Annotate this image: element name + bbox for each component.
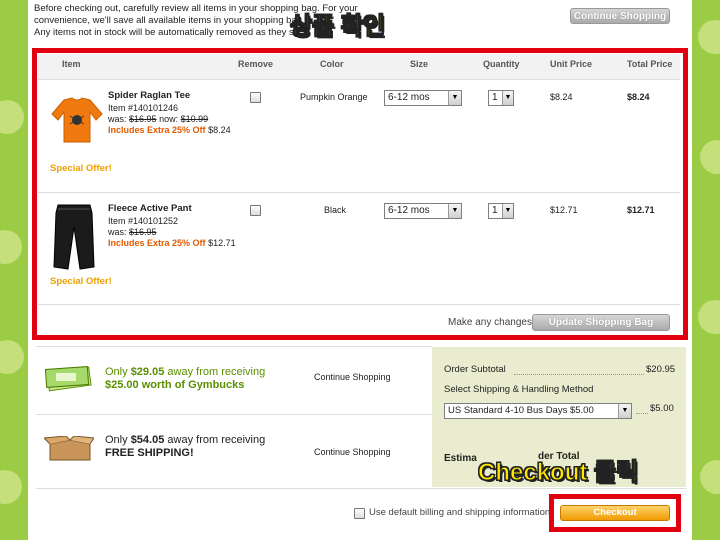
box-icon (44, 436, 94, 461)
promo-suffix: away from receiving (167, 434, 266, 446)
leader-dots (636, 413, 648, 414)
continue-shopping-link[interactable]: Continue Shopping (314, 372, 391, 382)
divider (36, 488, 686, 489)
divider (36, 346, 432, 347)
shipping-method-select[interactable]: US Standard 4-10 Bus Days $5.00 ▼ (444, 403, 632, 419)
promo-amount: $29.05 (130, 366, 165, 378)
promo-line: Only $29.05 away from receiving (105, 366, 265, 379)
highlight-checkout-box (549, 494, 681, 532)
promo-amount: $54.05 (130, 434, 165, 446)
shipping-option: US Standard 4-10 Bus Days $5.00 (448, 405, 594, 416)
default-billing-label: Use default billing and shipping informa… (369, 507, 551, 518)
shopping-bag-page: Before checking out, carefully review al… (28, 0, 692, 540)
continue-shopping-link[interactable]: Continue Shopping (314, 447, 391, 457)
shipping-promo-text: Only $54.05 away from receiving FREE SHI… (105, 434, 265, 460)
promo-reward: $25.00 worth of Gymbucks (105, 379, 245, 391)
promo-line: Only $54.05 away from receiving (105, 434, 265, 447)
left-decor (0, 0, 28, 540)
promo-prefix: Only (105, 434, 128, 446)
chevron-down-icon: ▼ (618, 404, 631, 418)
estimated-total-label-start: Estima (444, 453, 477, 464)
promo-reward: FREE SHIPPING! (105, 447, 194, 459)
promo-suffix: away from receiving (167, 366, 266, 378)
highlight-items-box (32, 48, 688, 340)
gymbucks-promo-text: Only $29.05 away from receiving $25.00 w… (105, 366, 265, 392)
shipping-cost: $5.00 (650, 403, 674, 414)
promo-prefix: Only (105, 366, 128, 378)
shipping-method-label: Select Shipping & Handling Method (444, 384, 594, 395)
leader-dots (514, 374, 644, 375)
subtotal-value: $20.95 (646, 364, 676, 375)
gymbucks-icon (44, 366, 92, 392)
continue-shopping-button[interactable]: Continue Shopping (570, 8, 670, 24)
overlay-title-checkout: Checkout 클릭 (477, 459, 639, 487)
divider (36, 414, 432, 415)
overlay-title-confirm-items: 상품 확인 (290, 13, 386, 41)
default-billing-checkbox[interactable] (354, 508, 365, 519)
subtotal-label: Order Subtotal (444, 364, 506, 375)
right-decor (692, 0, 720, 540)
